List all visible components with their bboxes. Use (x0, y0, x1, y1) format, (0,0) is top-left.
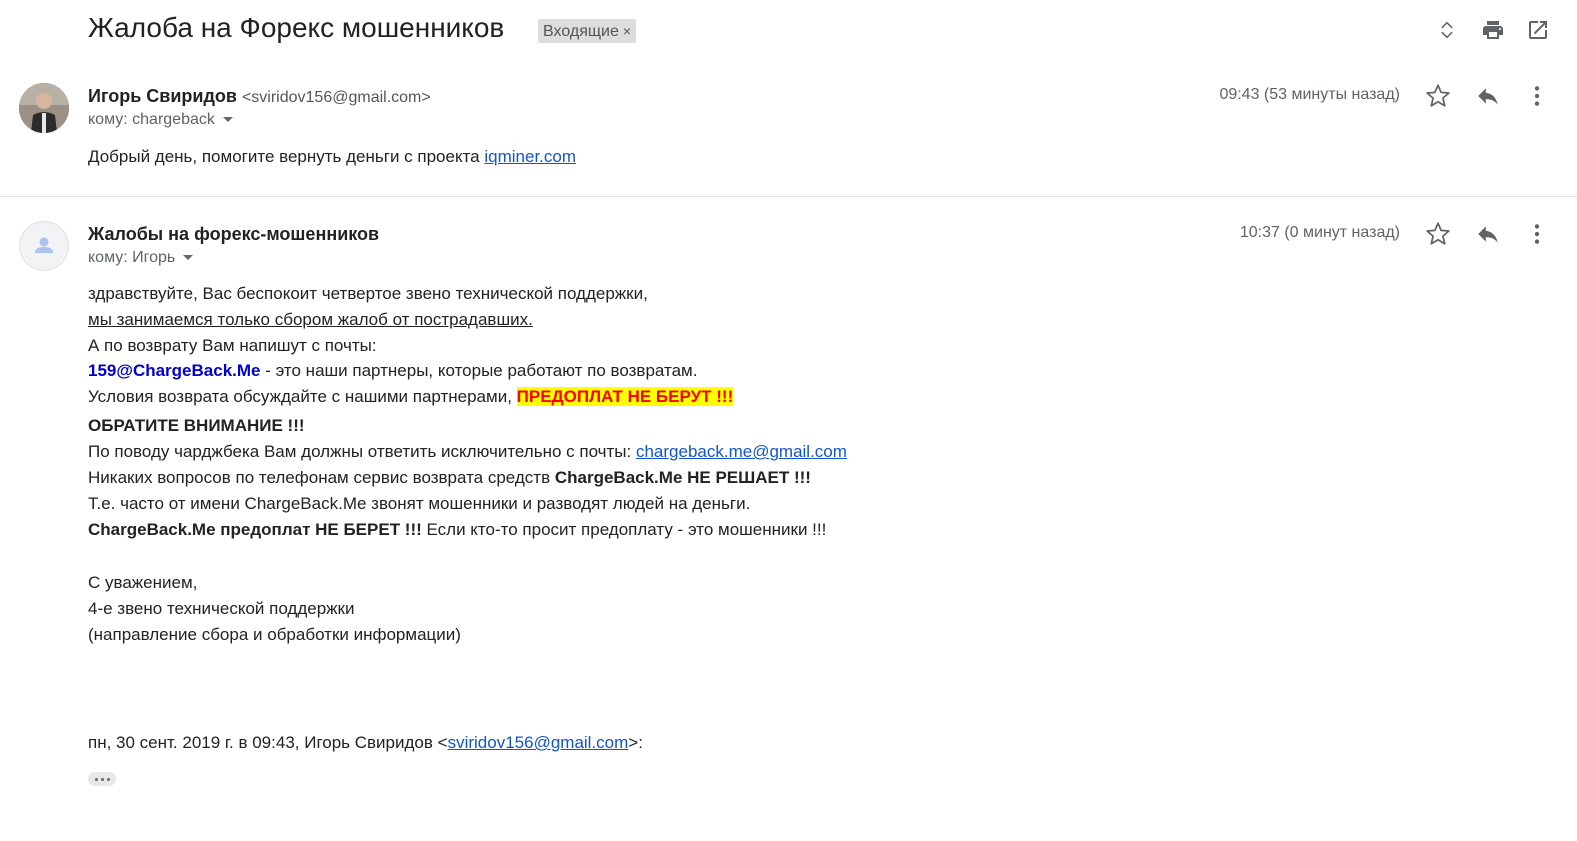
body-line-8: Никаких вопросов по телефонам сервис воз… (88, 465, 811, 491)
partner-email: 159@ChargeBack.Me (88, 361, 261, 380)
chargeback-email-link[interactable]: chargeback.me@gmail.com (636, 442, 847, 461)
body-text: Никаких вопросов по телефонам сервис воз… (88, 468, 555, 487)
message-1-sender: Игорь Свиридов <sviridov156@gmail.com> (88, 86, 431, 107)
label-chip-inbox: Входящие × (538, 19, 637, 43)
dot-icon (100, 777, 104, 781)
body-line-5: Условия возврата обсуждайте с нашими пар… (88, 384, 734, 410)
recipient-text: кому: Игорь (88, 249, 176, 266)
body-text: Если кто-то просит предоплату - это моше… (421, 520, 827, 539)
body-text: пн, 30 сент. 2019 г. в 09:43, Игорь Свир… (88, 733, 448, 752)
message-2-time: 10:37 (0 минут назад) (1239, 224, 1400, 241)
bold-text: ChargeBack.Me НЕ РЕШАЕТ !!! (554, 468, 811, 487)
open-new-window-icon[interactable] (1526, 18, 1550, 42)
email-subject: Жалоба на Форекс мошенников (88, 12, 505, 43)
show-trimmed-content-button[interactable] (88, 772, 116, 786)
signature-line-1: С уважением, (88, 573, 198, 592)
quote-header: пн, 30 сент. 2019 г. в 09:43, Игорь Свир… (88, 730, 643, 756)
message-divider (0, 196, 1577, 197)
dot-icon (94, 777, 98, 781)
body-link[interactable]: iqminer.com (484, 147, 576, 166)
expand-collapse-icon[interactable] (1435, 18, 1459, 42)
body-line-1: здравствуйте, Вас беспокоит четвертое зв… (88, 284, 648, 303)
body-line-6: ОБРАТИТЕ ВНИМАНИЕ !!! (88, 416, 305, 435)
body-line-3: А по возврату Вам напишут с почты: (88, 336, 377, 355)
print-icon[interactable] (1481, 18, 1505, 42)
body-text: >: (628, 733, 643, 752)
recipient-text: кому: chargeback (88, 111, 215, 128)
body-line-10: ChargeBack.Me предоплат НЕ БЕРЕТ !!! Есл… (88, 517, 826, 543)
reply-icon[interactable] (1475, 83, 1501, 109)
message-2-sender: Жалобы на форекс-мошенников (88, 224, 380, 244)
body-line-4: 159@ChargeBack.Me - это наши партнеры, к… (88, 358, 697, 384)
body-line-2: мы занимаемся только сбором жалоб от пос… (88, 310, 533, 329)
body-text: По поводу чарджбека Вам должны ответить … (88, 442, 636, 461)
signature-line-2: 4-е звено технической поддержки (88, 599, 355, 618)
recipient-details-dropdown-icon[interactable] (222, 117, 233, 123)
remove-label-icon[interactable]: × (623, 23, 631, 39)
avatar-photo-icon (19, 83, 69, 133)
star-icon[interactable] (1425, 221, 1451, 247)
star-icon[interactable] (1425, 83, 1451, 109)
sender-avatar-default[interactable] (19, 221, 69, 271)
more-options-icon[interactable] (1524, 221, 1550, 247)
label-chip-text: Входящие (543, 23, 619, 40)
message-1-recipient[interactable]: кому: chargeback (88, 111, 233, 129)
message-1-body: Добрый день, помогите вернуть деньги с п… (88, 144, 576, 170)
body-line-7: По поводу чарджбека Вам должны ответить … (88, 439, 847, 465)
recipient-details-dropdown-icon[interactable] (183, 255, 194, 261)
body-text: Условия возврата обсуждайте с нашими пар… (88, 387, 517, 406)
bold-text: ChargeBack.Me предоплат НЕ БЕРЕТ !!! (88, 520, 422, 539)
quote-email-link[interactable]: sviridov156@gmail.com (448, 733, 629, 752)
body-line-9: Т.е. часто от имени ChargeBack.Me звонят… (88, 494, 751, 513)
sender-name: Игорь Свиридов (88, 86, 237, 106)
message-2-recipient[interactable]: кому: Игорь (88, 249, 194, 267)
dot-icon (106, 777, 110, 781)
reply-icon[interactable] (1475, 221, 1501, 247)
person-icon (35, 237, 53, 253)
sender-email: <sviridov156@gmail.com> (241, 89, 431, 106)
more-options-icon[interactable] (1524, 83, 1550, 109)
signature-line-3: (направление сбора и обработки информаци… (88, 625, 461, 644)
sender-avatar-photo[interactable] (19, 83, 69, 133)
body-text: - это наши партнеры, которые работают по… (260, 361, 698, 380)
body-text: Добрый день, помогите вернуть деньги с п… (88, 147, 485, 166)
message-1-time: 09:43 (53 минуты назад) (1219, 86, 1400, 103)
highlighted-warning: ПРЕДОПЛАТ НЕ БЕРУТ !!! (516, 387, 734, 406)
